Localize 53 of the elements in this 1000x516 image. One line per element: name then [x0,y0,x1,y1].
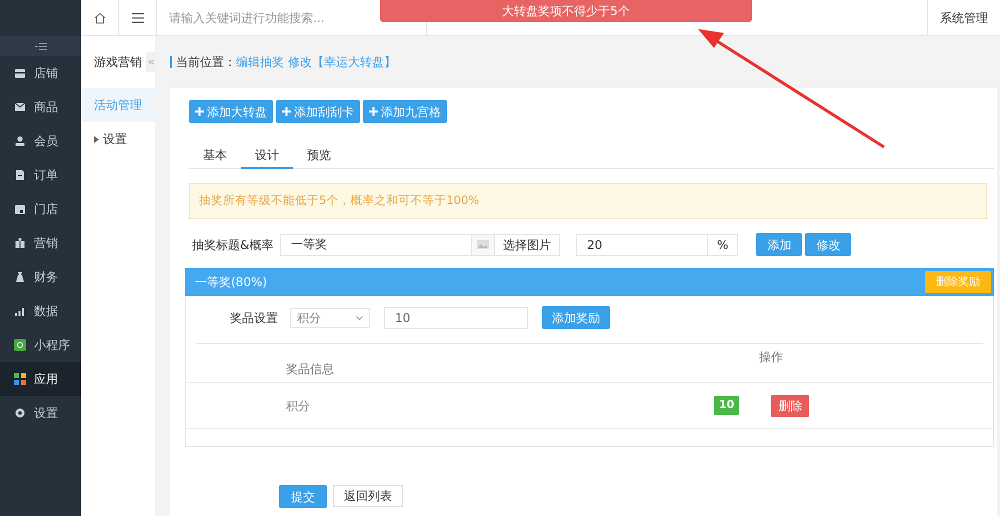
sidebar-item[interactable]: 店铺 [0,56,81,90]
sidebar-item[interactable]: 会员 [0,124,81,158]
chevron-down-icon [356,316,363,320]
tab[interactable]: 设计 [241,143,293,169]
rate-field[interactable]: 20 [576,234,708,256]
home-button[interactable] [81,0,119,36]
title-field[interactable]: 一等奖 [280,234,472,256]
caret-right-icon [94,136,99,142]
percent-unit: % [708,234,738,256]
tab[interactable]: 预览 [293,143,345,169]
user-icon [14,135,26,147]
submenu-title: 游戏营销 [94,54,142,71]
sidebar-item[interactable]: 门店 [0,192,81,226]
sidebar-item[interactable]: 商品 [0,90,81,124]
plus-icon [369,107,378,116]
sidebar-item[interactable]: 设置 [0,396,81,430]
envelope-icon [14,101,26,113]
sidebar-item[interactable]: 应用 [0,362,81,396]
breadcrumb-label: 当前位置： [176,54,236,71]
column-header: 操作 [759,349,783,366]
notice-alert: 抽奖所有等级不能低于5个，概率之和可不等于100% [189,183,987,219]
storefront-icon [14,203,26,215]
back-button[interactable]: 返回列表 [333,485,403,507]
menu-icon [132,12,144,22]
plus-icon [195,107,204,116]
prize-setting-label: 奖品设置 [230,310,278,326]
home-icon [94,12,106,24]
tab[interactable]: 基本 [189,143,241,169]
plus-icon [282,107,291,116]
sidebar-item[interactable]: 订单 [0,158,81,192]
amount-field[interactable]: 10 [384,306,528,328]
type-select[interactable]: 积分 [290,308,370,328]
table-cell-text: 积分 [286,398,311,414]
app-grid-icon [14,373,26,385]
menu-toggle-icon [34,42,46,50]
amount-badge: 10 [714,396,740,415]
menu-button[interactable] [119,0,157,36]
sidebar-item[interactable]: 营销 [0,226,81,260]
system-admin-link[interactable]: 系统管理 [927,0,1000,36]
chevron-left-icon [148,59,154,65]
sidebar-item[interactable]: 小程序 [0,328,81,362]
sidebar-item[interactable]: 数据 [0,294,81,328]
document-icon [14,169,26,181]
choose-image-button[interactable]: 选择图片 [495,234,560,256]
error-toast: 大转盘奖项不得少于5个 [380,0,752,22]
prize-title: 一等奖(80%) [195,274,268,291]
form-label: 抽奖标题&概率 [192,236,274,254]
mini-program-icon [14,339,26,351]
bar-chart-icon [14,305,26,317]
settings-icon [14,407,26,419]
column-header: 奖品信息 [286,361,335,378]
image-placeholder-icon [472,234,495,256]
sidebar-item[interactable]: 财务 [0,260,81,294]
